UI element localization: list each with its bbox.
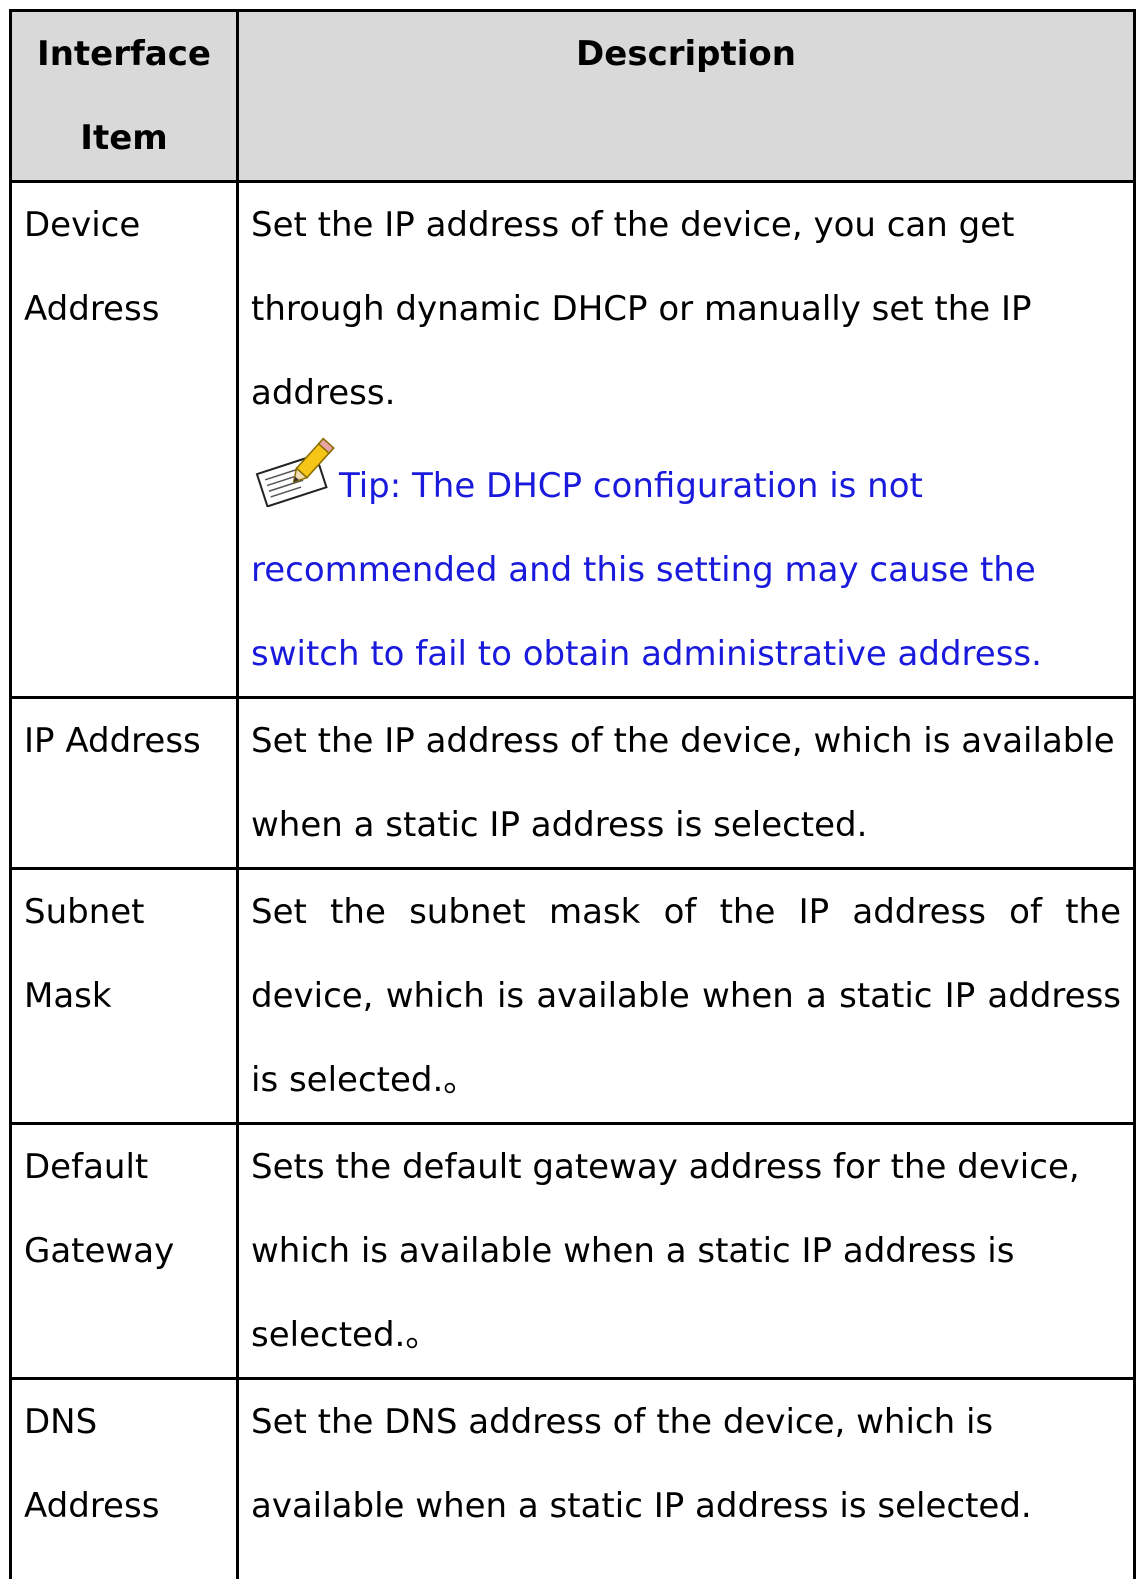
item-cell: Device Address: [9, 180, 239, 699]
item-cell: Default Gateway: [9, 1122, 239, 1380]
item-label: IP Address: [24, 721, 201, 761]
description-cell: Set the subnet mask of the IP address of…: [236, 867, 1136, 1125]
item-label: Device Address: [24, 205, 160, 329]
table-row: DNS Address Set the DNS address of the d…: [9, 1377, 1136, 1579]
description-text: Set the DNS address of the device, which…: [251, 1402, 1032, 1526]
header-interface-item: Interface Item: [9, 9, 239, 183]
item-cell: IP Address: [9, 696, 239, 870]
description-cell: Set the IP address of the device, which …: [236, 696, 1136, 870]
description-text: Set the subnet mask of the IP address of…: [251, 892, 1121, 1100]
description-cell: Set the DNS address of the device, which…: [236, 1377, 1136, 1579]
description-text: Sets the default gateway address for the…: [251, 1147, 1080, 1355]
item-label: DNS Address: [24, 1402, 160, 1526]
table-row: IP Address Set the IP address of the dev…: [9, 696, 1136, 870]
tip-text: Tip: The DHCP configuration is not recom…: [251, 466, 1042, 674]
item-cell: Subnet Mask: [9, 867, 239, 1125]
table-row: Default Gateway Sets the default gateway…: [9, 1122, 1136, 1380]
item-label: Subnet Mask: [24, 892, 145, 1016]
table-row: Device Address Set the IP address of the…: [9, 180, 1136, 699]
description-cell: Sets the default gateway address for the…: [236, 1122, 1136, 1380]
table-row: Subnet Mask Set the subnet mask of the I…: [9, 867, 1136, 1125]
item-label: Default Gateway: [24, 1147, 175, 1271]
description-cell: Set the IP address of the device, you ca…: [236, 180, 1136, 699]
note-pencil-icon: [251, 435, 339, 507]
description-text: Set the IP address of the device, you ca…: [251, 205, 1032, 413]
item-cell: DNS Address: [9, 1377, 239, 1579]
tip-note: Tip: The DHCP configuration is not recom…: [251, 435, 1121, 696]
header-description: Description: [236, 9, 1136, 183]
header-interface-item-line2: Item: [80, 118, 168, 158]
table-header-row: Interface Item Description: [9, 9, 1136, 183]
interface-description-table: Interface Item Description Device Addres…: [9, 9, 1136, 1579]
header-interface-item-line1: Interface: [37, 34, 211, 74]
description-text: Set the IP address of the device, which …: [251, 721, 1115, 845]
